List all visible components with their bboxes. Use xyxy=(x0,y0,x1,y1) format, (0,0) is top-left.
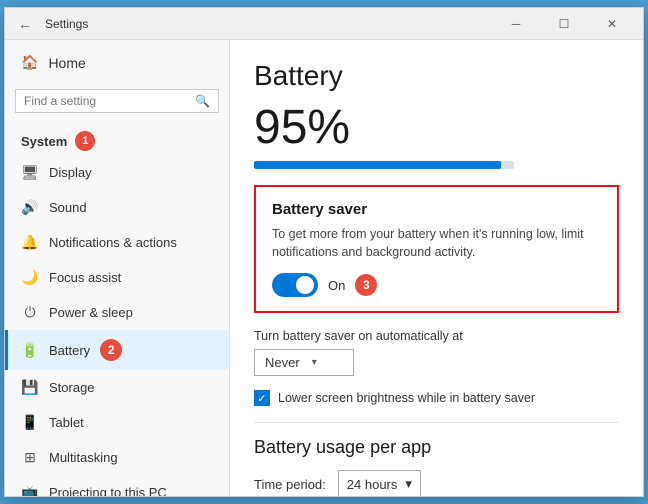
dropdown-arrow-icon: ▾ xyxy=(312,357,317,368)
sidebar-item-label: Multitasking xyxy=(49,450,118,465)
window-title: Settings xyxy=(45,17,493,31)
time-period-label: Time period: xyxy=(254,477,326,492)
sidebar-item-label: Projecting to this PC xyxy=(49,485,167,496)
projecting-icon: 📺 xyxy=(21,484,39,496)
divider xyxy=(254,422,619,423)
sidebar-item-notifications[interactable]: 🔔 Notifications & actions xyxy=(5,225,229,260)
dropdown-value: Never xyxy=(265,355,300,370)
close-button[interactable]: ✕ xyxy=(589,8,635,40)
auto-saver-dropdown[interactable]: Never ▾ xyxy=(254,349,354,376)
toggle-knob xyxy=(296,276,314,294)
notifications-icon: 🔔 xyxy=(21,234,39,251)
minimize-button[interactable]: ─ xyxy=(493,8,539,40)
restore-button[interactable]: ☐ xyxy=(541,8,587,40)
settings-window: ← Settings ─ ☐ ✕ 🏠 Home 🔍 System 1 xyxy=(4,7,644,497)
auto-saver-dropdown-row: Never ▾ xyxy=(254,349,619,376)
sidebar-section-system: System 1 xyxy=(5,123,229,155)
power-icon: ⏻ xyxy=(21,304,39,321)
sidebar: 🏠 Home 🔍 System 1 🖥 Display 🔊 Sound 🔔 xyxy=(5,40,230,496)
time-dropdown-arrow-icon: ▾ xyxy=(405,476,412,492)
time-period-value: 24 hours xyxy=(347,477,398,492)
battery-saver-description: To get more from your battery when it's … xyxy=(272,226,601,261)
brightness-label: Lower screen brightness while in battery… xyxy=(278,391,535,405)
sidebar-item-projecting[interactable]: 📺 Projecting to this PC xyxy=(5,475,229,496)
home-icon: 🏠 xyxy=(21,54,38,71)
sidebar-item-label: Display xyxy=(49,165,92,180)
sidebar-item-power-sleep[interactable]: ⏻ Power & sleep xyxy=(5,295,229,330)
search-box[interactable]: 🔍 xyxy=(15,89,219,113)
sound-icon: 🔊 xyxy=(21,199,39,216)
window-controls: ─ ☐ ✕ xyxy=(493,8,635,40)
system-badge: 1 xyxy=(75,131,95,151)
sidebar-item-label: Focus assist xyxy=(49,270,121,285)
tablet-icon: 📱 xyxy=(21,414,39,431)
battery-saver-title: Battery saver xyxy=(272,201,601,218)
brightness-checkbox-row: ✓ Lower screen brightness while in batte… xyxy=(254,390,619,406)
search-icon: 🔍 xyxy=(195,94,210,108)
battery-bar xyxy=(254,161,514,169)
time-period-row: Time period: 24 hours ▾ xyxy=(254,470,619,496)
sidebar-item-label: Battery xyxy=(49,343,90,358)
multitasking-icon: ⊞ xyxy=(21,449,39,466)
auto-saver-label: Turn battery saver on automatically at xyxy=(254,329,619,343)
section-label: System xyxy=(21,134,67,149)
storage-icon: 💾 xyxy=(21,379,39,396)
battery-percentage: 95% xyxy=(254,100,619,155)
checkmark-icon: ✓ xyxy=(257,392,266,405)
battery-badge: 2 xyxy=(100,339,122,361)
brightness-checkbox[interactable]: ✓ xyxy=(254,390,270,406)
battery-bar-fill xyxy=(254,161,501,169)
sidebar-item-label: Sound xyxy=(49,200,87,215)
titlebar: ← Settings ─ ☐ ✕ xyxy=(5,8,643,40)
sidebar-item-battery[interactable]: 🔋 Battery 2 xyxy=(5,330,229,370)
toggle-label: On xyxy=(328,278,345,293)
sidebar-item-storage[interactable]: 💾 Storage xyxy=(5,370,229,405)
content-area: 🏠 Home 🔍 System 1 🖥 Display 🔊 Sound 🔔 xyxy=(5,40,643,496)
sidebar-item-label: Power & sleep xyxy=(49,305,133,320)
sidebar-item-label: Tablet xyxy=(49,415,84,430)
sidebar-item-label: Storage xyxy=(49,380,95,395)
battery-saver-box: Battery saver To get more from your batt… xyxy=(254,185,619,313)
toggle-badge: 3 xyxy=(355,274,377,296)
page-title: Battery xyxy=(254,60,619,92)
display-icon: 🖥 xyxy=(21,164,39,181)
focus-icon: 🌙 xyxy=(21,269,39,286)
sidebar-item-multitasking[interactable]: ⊞ Multitasking xyxy=(5,440,229,475)
main-content: Battery 95% Battery saver To get more fr… xyxy=(230,40,643,496)
sidebar-item-label: Notifications & actions xyxy=(49,235,177,250)
battery-saver-toggle[interactable] xyxy=(272,273,318,297)
usage-section-title: Battery usage per app xyxy=(254,437,619,458)
sidebar-item-focus-assist[interactable]: 🌙 Focus assist xyxy=(5,260,229,295)
home-label: Home xyxy=(48,55,85,71)
time-period-dropdown[interactable]: 24 hours ▾ xyxy=(338,470,421,496)
toggle-row: On 3 xyxy=(272,273,601,297)
back-button[interactable]: ← xyxy=(13,12,37,36)
sidebar-home[interactable]: 🏠 Home xyxy=(5,40,229,85)
battery-icon: 🔋 xyxy=(21,342,39,359)
sidebar-item-sound[interactable]: 🔊 Sound xyxy=(5,190,229,225)
sidebar-item-display[interactable]: 🖥 Display xyxy=(5,155,229,190)
sidebar-item-tablet[interactable]: 📱 Tablet xyxy=(5,405,229,440)
search-input[interactable] xyxy=(24,94,195,108)
